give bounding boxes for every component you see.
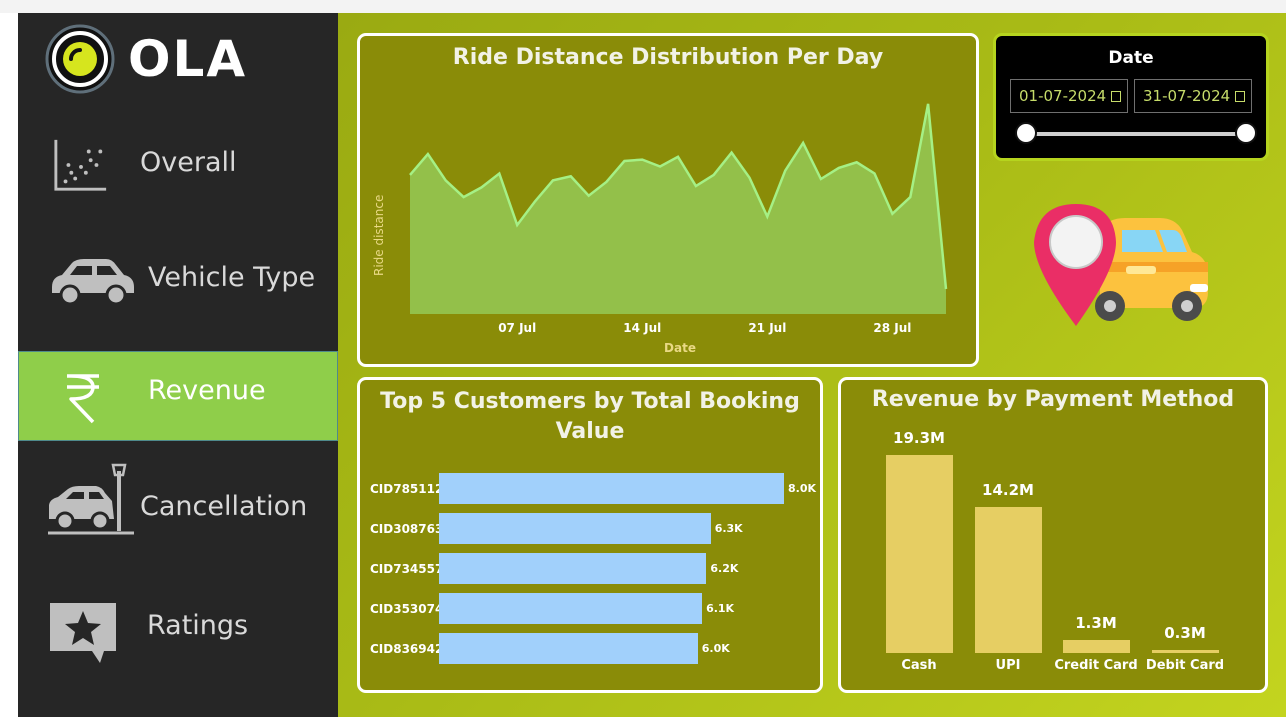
customer-value-label: 6.0K: [701, 642, 730, 655]
payment-bar[interactable]: [1151, 649, 1219, 653]
sidebar-item-vehicle-type[interactable]: Vehicle Type: [18, 233, 338, 323]
customer-value-label: 6.3K: [714, 522, 743, 535]
ola-logo-icon: [45, 24, 115, 94]
sidebar-item-label: Ratings: [147, 610, 249, 641]
sidebar-item-label: Cancellation: [140, 491, 308, 522]
sidebar-item-overall[interactable]: Overall: [18, 118, 338, 208]
window-top-bar: [0, 0, 1286, 14]
payment-revenue-panel: Revenue by Payment Method 19.3M Cash 14.2M…: [838, 377, 1268, 693]
brand-name: OLA: [128, 30, 248, 88]
customer-label: CID836942: [370, 642, 444, 656]
end-date-input[interactable]: 31-07-2024: [1134, 79, 1252, 113]
customer-value-label: 6.1K: [706, 602, 735, 615]
customer-bar[interactable]: [439, 553, 707, 584]
ride-distance-chart: Ride distance Date 07 Jul 14 Jul 21 Jul 28 …: [372, 103, 948, 355]
payment-category-label: Cash: [901, 658, 937, 673]
payment-value-label: 0.3M: [1164, 623, 1206, 642]
rupee-icon: [67, 374, 99, 424]
x-tick-label: 28 Jul: [873, 321, 911, 335]
sidebar-item-revenue[interactable]: Revenue: [18, 351, 338, 441]
star-message-icon: [50, 603, 116, 663]
sidebar-item-cancellation[interactable]: Cancellation: [18, 463, 338, 553]
car-icon: [52, 259, 134, 306]
date-slicer: Date 01-07-2024 31-07-2024: [993, 33, 1269, 161]
customer-bar[interactable]: [439, 513, 711, 544]
payment-category-label: UPI: [995, 658, 1021, 673]
date-slicer-title: Date: [1108, 48, 1154, 68]
customer-bar[interactable]: [439, 473, 784, 504]
customer-label: CID353074: [370, 602, 444, 616]
customer-bar[interactable]: [439, 633, 698, 664]
ola-logo: OLA: [44, 23, 247, 95]
payment-value-label: 1.3M: [1075, 613, 1117, 632]
payment-value-label: 14.2M: [982, 481, 1034, 500]
car-crash-icon: [48, 463, 134, 535]
payment-bar[interactable]: [974, 507, 1042, 653]
x-tick-label: 07 Jul: [498, 321, 536, 335]
payment-bar[interactable]: [885, 455, 953, 653]
date-range-end-handle[interactable]: [1235, 122, 1257, 144]
sidebar-item-label: Overall: [140, 147, 237, 178]
x-tick-label: 14 Jul: [623, 321, 661, 335]
start-date-value: 01-07-2024: [1019, 87, 1107, 105]
payment-category-label: Credit Card: [1054, 658, 1138, 673]
customer-bar[interactable]: [439, 593, 703, 624]
customer-value-label: 8.0K: [788, 482, 817, 495]
date-range-start-handle[interactable]: [1015, 122, 1037, 144]
date-range-track[interactable]: [1026, 132, 1246, 136]
payment-bar[interactable]: [1062, 639, 1130, 653]
ride-distance-panel: Ride Distance Distribution Per Day Ride …: [357, 33, 979, 367]
left-margin: [0, 13, 18, 717]
customer-label: CID308763: [370, 522, 444, 536]
x-axis-label: Date: [664, 341, 696, 355]
payment-revenue-title: Revenue by Payment Method: [871, 387, 1235, 412]
taxi-location-illustration: [1034, 204, 1208, 326]
payment-category-label: Debit Card: [1145, 658, 1225, 673]
sidebar-item-ratings[interactable]: Ratings: [18, 583, 338, 673]
end-date-value: 31-07-2024: [1143, 87, 1231, 105]
customer-label: CID785112: [370, 482, 444, 496]
calendar-icon[interactable]: [1235, 91, 1245, 102]
sidebar-item-label: Revenue: [148, 375, 266, 406]
sidebar: OLA Overall Vehicle Type Revenue Cancell…: [18, 13, 338, 717]
payment-value-label: 19.3M: [893, 429, 945, 447]
calendar-icon[interactable]: [1111, 91, 1121, 102]
scatter-chart-icon: [54, 139, 107, 191]
sidebar-item-label: Vehicle Type: [148, 262, 316, 293]
customer-value-label: 6.2K: [710, 562, 739, 575]
x-tick-label: 21 Jul: [748, 321, 786, 335]
customer-label: CID734557: [370, 562, 444, 576]
start-date-input[interactable]: 01-07-2024: [1010, 79, 1128, 113]
y-axis-label: Ride distance: [372, 195, 386, 276]
ride-distance-area: [410, 103, 946, 315]
top-customers-title: Top 5 Customers by Total Booking Value: [380, 389, 800, 444]
top-customers-panel: Top 5 Customers by Total Booking Value C…: [357, 377, 823, 693]
